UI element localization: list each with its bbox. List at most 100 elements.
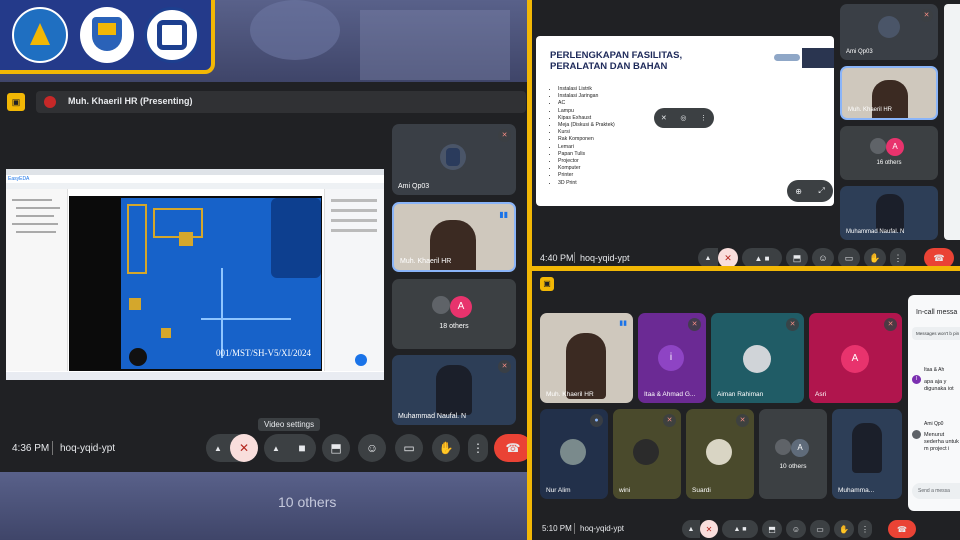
others-count: 18 others xyxy=(439,323,469,330)
end-call-button[interactable]: ☎ xyxy=(924,248,954,266)
divider xyxy=(574,252,575,263)
present-screen-button[interactable]: ⬒ xyxy=(786,248,808,266)
captions-icon[interactable]: ▭ xyxy=(838,248,860,266)
emoji-icon[interactable]: ☺ xyxy=(812,248,834,266)
tree-line xyxy=(12,199,52,201)
more-options-icon[interactable]: ⋮ xyxy=(468,434,488,462)
layout-icon[interactable]: ▣ xyxy=(540,277,554,291)
avatar-letter: i xyxy=(658,345,684,371)
slide-title: PERLENGKAPAN FASILITAS, PERALATAN DAN BA… xyxy=(550,50,683,72)
avatar-small xyxy=(432,296,450,314)
tile-muhamma[interactable]: Muhamma... xyxy=(832,409,902,499)
slide-bullet-item: Kipas Exhaust xyxy=(558,115,615,122)
mic-options-chevron-icon[interactable]: ▲ xyxy=(206,434,230,462)
pcb-trace-2 xyxy=(221,268,223,358)
mic-off-button[interactable]: ✕ xyxy=(700,520,718,538)
mute-icon[interactable]: ◎ xyxy=(680,114,686,122)
avatar-letter: A xyxy=(450,296,472,318)
avatar-figure xyxy=(446,148,460,166)
more-options-icon[interactable]: ⋮ xyxy=(858,520,872,538)
presenter-bar: ▣ Muh. Khaeril HR (Presenting) xyxy=(0,82,527,122)
presenting-label: Muh. Khaeril HR (Presenting) xyxy=(68,96,193,106)
chat-input[interactable]: Send a messa xyxy=(912,483,960,499)
slide-bullet-item: Lemari xyxy=(558,144,615,151)
tile-wini[interactable]: ✕ wini xyxy=(613,409,681,499)
participant-video xyxy=(872,80,908,118)
tile-khaeril[interactable]: ▮▮ Muh. Khaeril HR xyxy=(392,202,516,272)
end-call-button[interactable]: ☎ xyxy=(494,434,527,462)
pcb-pad xyxy=(179,232,193,246)
mic-options-chevron-icon[interactable]: ▲ xyxy=(698,248,718,266)
camera-icon[interactable]: ■ xyxy=(288,434,316,462)
camera-button[interactable]: ▲ ■ xyxy=(722,520,758,538)
end-call-button[interactable]: ☎ xyxy=(888,520,916,538)
emoji-icon[interactable]: ☺ xyxy=(786,520,806,538)
unpin-icon[interactable]: ✕ xyxy=(661,114,667,122)
tile-ami[interactable]: ✕ Ami Qp03 xyxy=(840,4,938,60)
captions-icon[interactable]: ▭ xyxy=(395,434,423,462)
tile-asri[interactable]: A ✕ Asri xyxy=(809,313,902,403)
meeting-code: hoq-yqid-ypt xyxy=(60,443,116,454)
mic-off-icon: ✕ xyxy=(663,414,676,427)
tile-nur-alim[interactable]: ● Nur Alim xyxy=(540,409,608,499)
fullscreen-icon[interactable]: ⤢ xyxy=(818,186,824,196)
chat-bubble-icon[interactable] xyxy=(355,354,367,366)
tile-aiman[interactable]: ✕ Aiman Rahiman xyxy=(711,313,804,403)
divider xyxy=(52,441,53,455)
tile-others[interactable]: A 18 others xyxy=(392,279,516,349)
raise-hand-icon[interactable]: ✋ xyxy=(864,248,886,266)
zoom-controls[interactable]: ⊕ ⤢ xyxy=(787,180,833,202)
tile-others[interactable]: A 16 others xyxy=(840,126,938,180)
mic-off-button[interactable]: ✕ xyxy=(230,434,258,462)
slide-menu-block xyxy=(802,48,834,68)
mic-options-chevron-icon[interactable]: ▲ xyxy=(682,520,700,538)
more-icon[interactable]: ⋮ xyxy=(700,114,707,122)
slide-bullet-list: Instalasi ListrikInstalasi JaringanACLam… xyxy=(558,86,615,187)
participant-name: Muhammad Naufal. N xyxy=(846,229,905,235)
mic-off-icon: ✕ xyxy=(498,129,511,142)
avatar-small xyxy=(775,439,791,455)
mic-off-button[interactable]: ✕ xyxy=(718,248,738,266)
tile-khaeril[interactable]: ▮▮ Muh. Khaeril HR xyxy=(540,313,633,403)
slide-bullet-item: Lampu xyxy=(558,108,615,115)
slide-bullet-item: 3D Print xyxy=(558,180,615,187)
chat-sender: Ami Qp0 xyxy=(924,421,944,427)
participant-name: Ami Qp03 xyxy=(846,49,873,55)
slide-bullet-item: Printer xyxy=(558,172,615,179)
pcb-pad-3 xyxy=(161,328,171,338)
slide-bullet-item: Meja (Diskusi & Praktek) xyxy=(558,122,615,129)
avatar-image xyxy=(633,439,659,465)
present-screen-button[interactable]: ⬒ xyxy=(762,520,782,538)
tile-suardi[interactable]: ✕ Suardi xyxy=(686,409,754,499)
pcb-canvas[interactable]: 001/MST/SH-V5/XI/2024 xyxy=(69,196,322,371)
tile-ami[interactable]: ✕ Ami Qp03 xyxy=(392,124,516,195)
blur-shape-2 xyxy=(360,10,510,80)
blurred-others-text: 10 others xyxy=(278,494,337,510)
chat-panel: In-call messa Messages won't b pin a mes… xyxy=(908,295,960,511)
avatar-small xyxy=(870,138,886,154)
participant-name: Nur Alim xyxy=(546,487,571,494)
present-screen-button[interactable]: ⬒ xyxy=(322,434,350,462)
camera-options-chevron-icon[interactable]: ▲ xyxy=(264,434,288,462)
mic-off-icon: ✕ xyxy=(884,318,897,331)
avatar-image xyxy=(706,439,732,465)
layout-icon[interactable]: ▣ xyxy=(7,93,25,111)
polytechnic-logo xyxy=(144,7,200,63)
captions-icon[interactable]: ▭ xyxy=(810,520,830,538)
avatar-letter: A xyxy=(841,345,869,373)
tile-naufal[interactable]: ✕ Muhammad Naufal. N xyxy=(392,355,516,425)
tile-itaa[interactable]: i ✕ Itaa & Ahmad G... xyxy=(638,313,706,403)
raise-hand-icon[interactable]: ✋ xyxy=(432,434,460,462)
zoom-icon[interactable]: ⊕ xyxy=(795,187,802,196)
tree-line-3 xyxy=(16,215,54,217)
more-options-icon[interactable]: ⋮ xyxy=(890,248,906,266)
raise-hand-icon[interactable]: ✋ xyxy=(834,520,854,538)
tile-naufal[interactable]: Muhammad Naufal. N xyxy=(840,186,938,240)
tile-others[interactable]: A 10 others xyxy=(759,409,827,499)
tile-khaeril[interactable]: Muh. Khaeril HR xyxy=(840,66,938,120)
camera-button[interactable]: ▲ ■ xyxy=(742,248,782,266)
speaking-icon: ▮▮ xyxy=(619,320,627,327)
emoji-icon[interactable]: ☺ xyxy=(358,434,386,462)
pcb-antenna xyxy=(127,204,147,274)
presentation-controls[interactable]: ✕ ◎ ⋮ xyxy=(654,108,714,128)
